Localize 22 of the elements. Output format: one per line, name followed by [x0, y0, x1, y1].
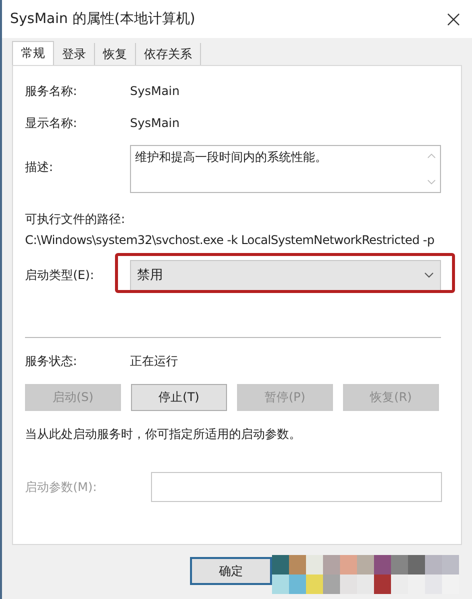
hint-text: 当从此处启动服务时，你可指定所适用的启动参数。 — [25, 426, 302, 443]
field-value: SysMain — [130, 84, 180, 98]
chevron-down-icon — [424, 272, 434, 278]
tab[interactable]: 常规 — [12, 41, 54, 65]
field-label: 描述: — [25, 159, 54, 176]
field-label: 显示名称: — [25, 114, 78, 132]
scroll-up-icon[interactable] — [427, 153, 436, 159]
field-label: 服务状态: — [25, 352, 78, 370]
description-box[interactable]: 维护和提高一段时间内的系统性能。 — [130, 145, 441, 193]
startup-type-dropdown[interactable]: 禁用 — [130, 260, 441, 290]
service-button[interactable]: 停止(T) — [131, 384, 227, 411]
path-text: C:\Windows\system32\svchost.exe -k LocalSystemNetworkRestricted -p — [25, 233, 436, 247]
window-title: SysMain 的属性(本地计算机) — [10, 10, 196, 28]
ok-button[interactable]: 确定 — [190, 557, 272, 585]
close-icon[interactable] — [447, 12, 460, 26]
status-value: 正在运行 — [130, 352, 178, 370]
field-label: 启动类型(E): — [25, 266, 95, 284]
scroll-down-icon[interactable] — [427, 179, 436, 185]
field-label: 服务名称: — [25, 82, 78, 100]
field-label: 启动参数(M): — [25, 478, 98, 496]
field-label: 可执行文件的路径: — [25, 211, 126, 228]
field-value: SysMain — [130, 116, 180, 130]
